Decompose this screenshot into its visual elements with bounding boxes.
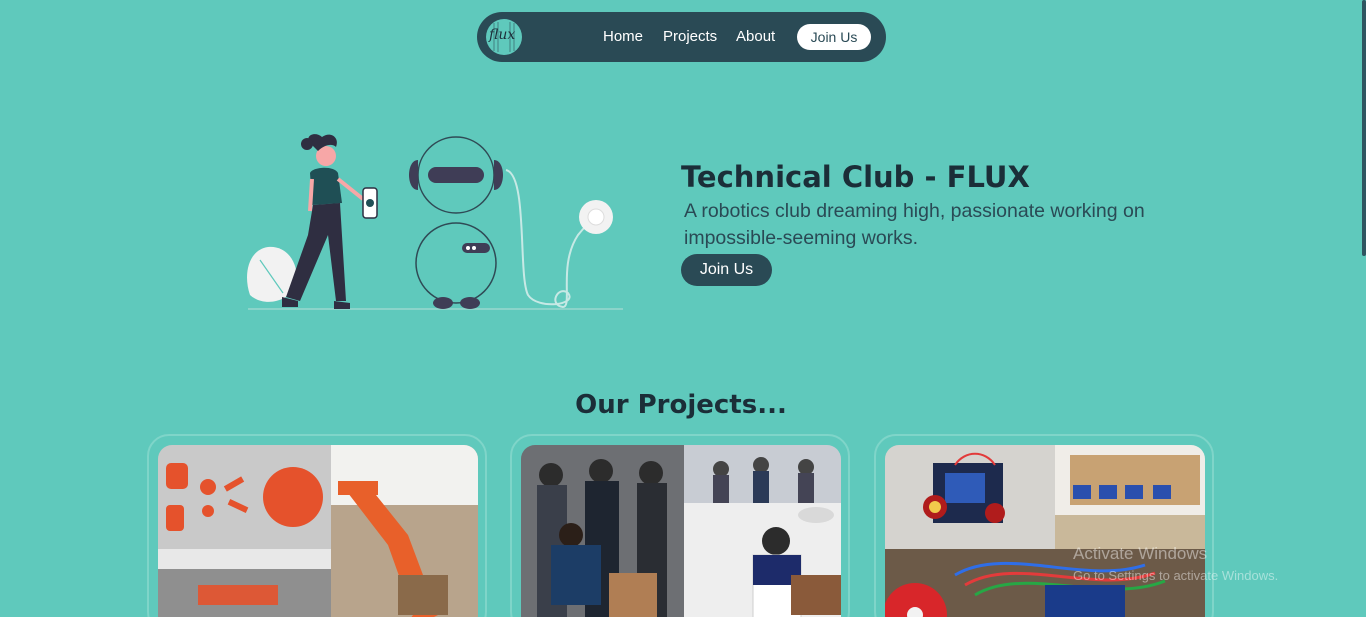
page-scrollbar[interactable] <box>1362 0 1366 617</box>
scrollbar-thumb[interactable] <box>1362 0 1366 256</box>
hero-join-button[interactable]: Join Us <box>681 254 772 286</box>
navbar: flux Home Projects About Join Us <box>477 12 886 62</box>
project-image-robot-car <box>885 445 1205 617</box>
hero-illustration <box>247 134 623 310</box>
projects-heading: Our Projects... <box>575 390 787 420</box>
project-card[interactable] <box>874 434 1214 617</box>
hero-subtitle: A robotics club dreaming high, passionat… <box>684 200 1145 249</box>
logo-text: flux <box>489 27 516 43</box>
project-image-robotic-arm <box>158 445 478 617</box>
nav-about-link[interactable]: About <box>736 28 775 45</box>
project-card[interactable] <box>510 434 850 617</box>
flux-logo[interactable]: flux <box>486 19 522 55</box>
project-image-team-photos <box>521 445 841 617</box>
hero-title: Technical Club - FLUX <box>681 160 1030 194</box>
activation-watermark-title: Activate Windows <box>1073 544 1208 563</box>
nav-join-button[interactable]: Join Us <box>797 24 871 50</box>
nav-projects-link[interactable]: Projects <box>663 28 717 45</box>
project-card[interactable] <box>147 434 487 617</box>
activation-watermark-subtitle: Go to Settings to activate Windows. <box>1073 568 1279 583</box>
nav-home-link[interactable]: Home <box>603 28 643 45</box>
